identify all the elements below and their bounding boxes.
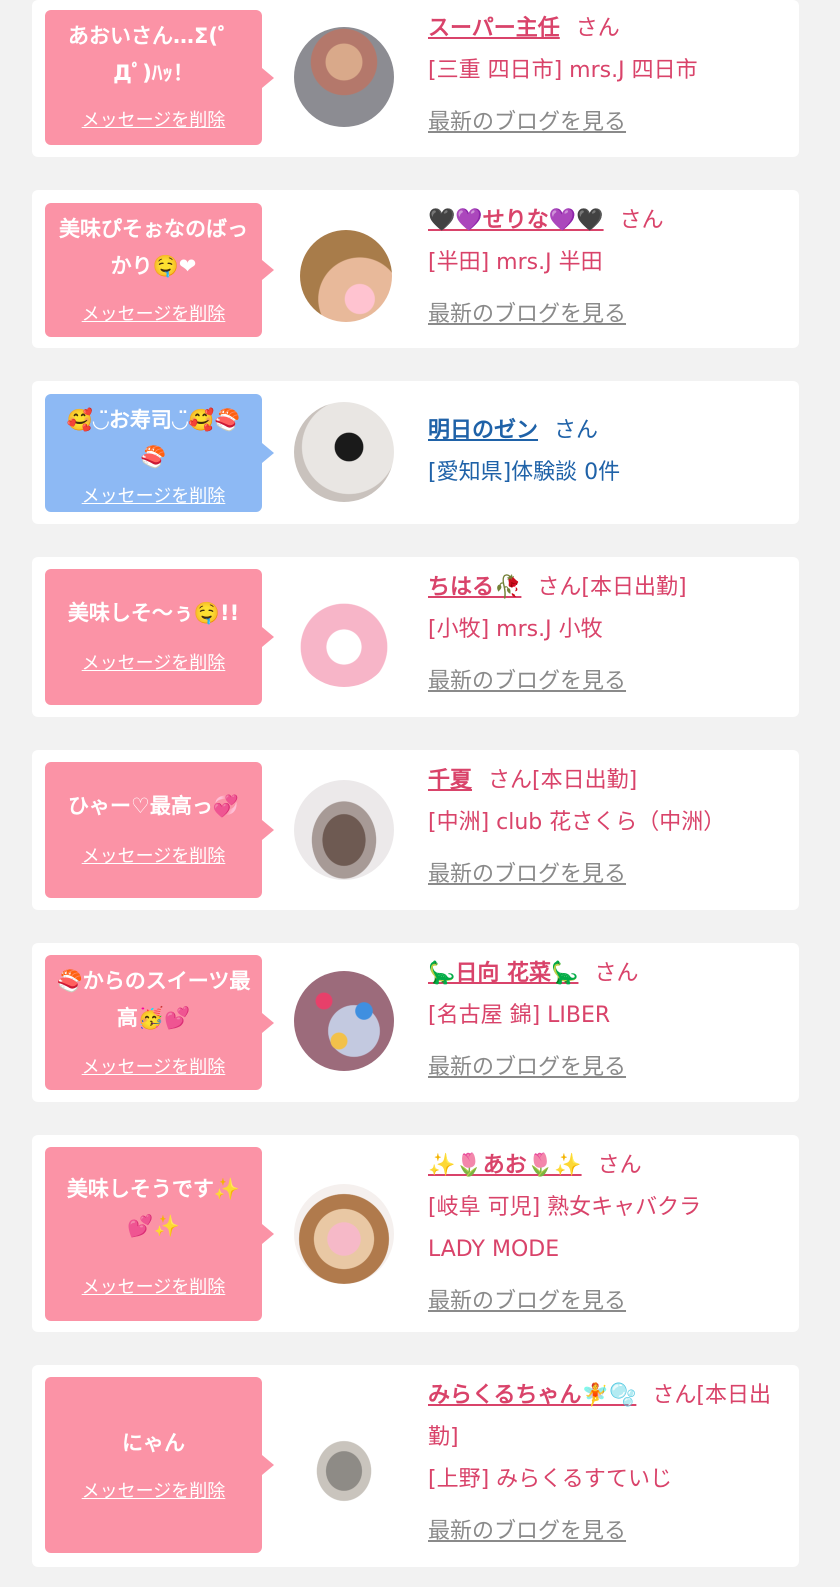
blog-link[interactable]: 最新のブログを見る [428,661,788,703]
honorific: さん [619,208,664,233]
delete-message-link[interactable]: メッセージを削除 [45,842,262,868]
delete-message-link[interactable]: メッセージを削除 [45,649,262,675]
blog-link[interactable]: 最新のブログを見る [428,1511,788,1553]
profile-name-link[interactable]: 千夏 [428,768,472,793]
honorific: さん [575,16,620,41]
honorific: さん[本日出勤] [488,768,638,793]
avatar[interactable] [294,27,394,127]
avatar[interactable] [294,402,394,502]
honorific: さん [594,961,639,986]
shop-info: [中洲] club 花さくら（中洲） [428,810,726,835]
shop-info: [愛知県]体験談 0件 [428,460,621,485]
message-bubble: ひゃー♡最高っ💞 メッセージを削除 [45,762,274,898]
message-card: ひゃー♡最高っ💞 メッセージを削除 千夏 さん[本日出勤] [中洲] club 花… [32,750,799,910]
profile-name-link[interactable]: 🦕日向 花菜🦕 [428,961,578,986]
message-bubble: あおいさん…Σ(゜Дﾟ)ﾊｯ！ メッセージを削除 [45,10,274,145]
message-text: 美味ぴそぉなのばっかり🤤❤ [59,217,248,278]
honorific: さん [597,1153,642,1178]
message-card: にゃん メッセージを削除 みらくるちゃん🧚🫧 さん[本日出勤] [上野] みらくる… [32,1365,799,1567]
message-text: 美味しそうです✨💕✨ [66,1177,241,1238]
shop-info: [小牧] mrs.J 小牧 [428,617,603,642]
delete-message-link[interactable]: メッセージを削除 [45,1053,262,1079]
profile-info: みらくるちゃん🧚🫧 さん[本日出勤] [上野] みらくるすていじ 最新のブログを見… [428,1375,788,1553]
avatar[interactable] [294,1184,394,1284]
profile-name-link[interactable]: 🖤💜せりな💜🖤 [428,208,604,233]
message-card: 🥰◡̈お寿司◡̈🥰🍣🍣 メッセージを削除 明日のゼン さん [愛知県]体験談 0件 [32,381,799,524]
avatar[interactable] [294,971,394,1071]
profile-name-link[interactable]: ✨🌷あお🌷✨ [428,1153,582,1178]
message-bubble: 美味ぴそぉなのばっかり🤤❤ メッセージを削除 [45,203,274,337]
delete-message-link[interactable]: メッセージを削除 [45,300,262,326]
profile-info: 🖤💜せりな💜🖤 さん [半田] mrs.J 半田 最新のブログを見る [428,200,788,336]
shop-info: [名古屋 錦] LIBER [428,1003,611,1028]
message-text: ひゃー♡最高っ💞 [68,794,239,818]
honorific: さん[本日出勤] [537,575,687,600]
message-bubble: 🥰◡̈お寿司◡̈🥰🍣🍣 メッセージを削除 [45,394,274,512]
blog-link[interactable]: 最新のブログを見る [428,102,788,144]
profile-name-link[interactable]: スーパー主任 [428,16,560,41]
shop-info: [三重 四日市] mrs.J 四日市 [428,58,698,83]
message-card: 美味ぴそぉなのばっかり🤤❤ メッセージを削除 🖤💜せりな💜🖤 さん [半田] mr… [32,190,799,348]
message-bubble: 美味しそ〜ぅ🤤!! メッセージを削除 [45,569,274,705]
message-card: 🍣からのスイーツ最高🥳💕 メッセージを削除 🦕日向 花菜🦕 さん [名古屋 錦] … [32,943,799,1102]
message-bubble: 🍣からのスイーツ最高🥳💕 メッセージを削除 [45,955,274,1090]
message-card: 美味しそ〜ぅ🤤!! メッセージを削除 ちはる🥀 さん[本日出勤] [小牧] mrs… [32,557,799,717]
message-card: あおいさん…Σ(゜Дﾟ)ﾊｯ！ メッセージを削除 スーパー主任 さん [三重 四日… [32,0,799,157]
message-bubble: 美味しそうです✨💕✨ メッセージを削除 [45,1147,274,1321]
profile-info: 明日のゼン さん [愛知県]体験談 0件 [428,410,788,494]
profile-name-link[interactable]: ちはる🥀 [428,575,521,600]
shop-info: [岐阜 可児] 熟女キャバクラLADY MODE [428,1195,702,1262]
profile-name-link[interactable]: 明日のゼン [428,418,538,443]
blog-link[interactable]: 最新のブログを見る [428,1281,788,1323]
profile-info: 🦕日向 花菜🦕 さん [名古屋 錦] LIBER 最新のブログを見る [428,953,788,1089]
message-text: あおいさん…Σ(゜Дﾟ)ﾊｯ！ [68,24,239,85]
profile-info: 千夏 さん[本日出勤] [中洲] club 花さくら（中洲） 最新のブログを見る [428,760,788,896]
delete-message-link[interactable]: メッセージを削除 [45,1273,262,1299]
message-text: にゃん [122,1431,185,1455]
profile-info: スーパー主任 さん [三重 四日市] mrs.J 四日市 最新のブログを見る [428,8,788,144]
shop-info: [半田] mrs.J 半田 [428,250,603,275]
avatar[interactable] [300,230,392,322]
blog-link[interactable]: 最新のブログを見る [428,854,788,896]
avatar[interactable] [294,1416,394,1516]
delete-message-link[interactable]: メッセージを削除 [45,1477,262,1503]
message-text: 🥰◡̈お寿司◡̈🥰🍣🍣 [66,408,241,469]
profile-info: ちはる🥀 さん[本日出勤] [小牧] mrs.J 小牧 最新のブログを見る [428,567,788,703]
honorific: さん [554,418,599,443]
avatar[interactable] [294,587,394,687]
message-text: 🍣からのスイーツ最高🥳💕 [56,969,251,1030]
message-text: 美味しそ〜ぅ🤤!! [67,601,240,625]
blog-link[interactable]: 最新のブログを見る [428,294,788,336]
delete-message-link[interactable]: メッセージを削除 [45,482,262,508]
avatar[interactable] [294,780,394,880]
profile-name-link[interactable]: みらくるちゃん🧚🫧 [428,1383,636,1408]
shop-info: [上野] みらくるすていじ [428,1467,672,1492]
blog-link[interactable]: 最新のブログを見る [428,1047,788,1089]
delete-message-link[interactable]: メッセージを削除 [45,106,262,132]
message-card: 美味しそうです✨💕✨ メッセージを削除 ✨🌷あお🌷✨ さん [岐阜 可児] 熟女キ… [32,1135,799,1332]
profile-info: ✨🌷あお🌷✨ さん [岐阜 可児] 熟女キャバクラLADY MODE 最新のブログ… [428,1145,788,1323]
message-bubble: にゃん メッセージを削除 [45,1377,274,1553]
